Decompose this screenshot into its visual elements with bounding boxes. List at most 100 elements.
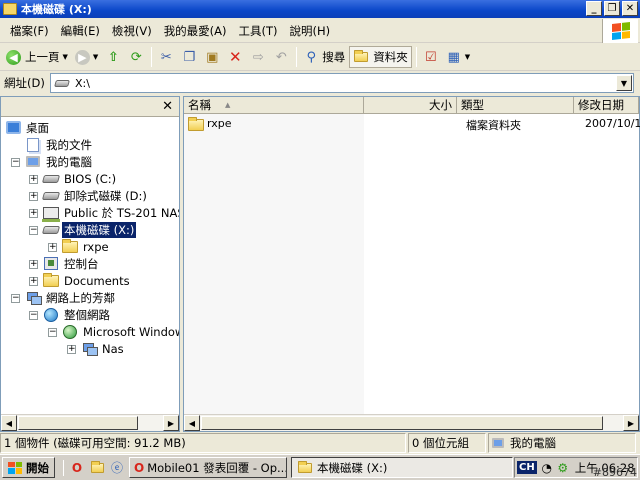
close-pane-button[interactable]: ✕: [162, 99, 173, 114]
collapse-toggle[interactable]: −: [11, 294, 20, 303]
forward-button[interactable]: ▶ ▼: [72, 46, 101, 68]
expand-toggle[interactable]: +: [29, 175, 38, 184]
scroll-right-button[interactable]: ▶: [623, 415, 639, 431]
ie-icon[interactable]: ⓔ: [109, 460, 125, 476]
close-button[interactable]: ✕: [622, 1, 638, 16]
paste-button[interactable]: ▣: [201, 46, 223, 68]
tree-item-my-documents[interactable]: 我的文件: [25, 136, 94, 153]
refresh-button[interactable]: ⟳: [125, 46, 147, 68]
sorted-column-shade: [184, 114, 364, 414]
minimize-button[interactable]: _: [586, 1, 602, 16]
chevron-down-icon[interactable]: ▼: [93, 53, 98, 61]
menu-view[interactable]: 檢視(V): [106, 21, 158, 41]
tree-item-drive-c[interactable]: BIOS (C:): [41, 170, 118, 187]
scrollbar-thumb[interactable]: [201, 416, 603, 430]
tree-horizontal-scrollbar[interactable]: ◀ ▶: [1, 414, 179, 431]
title-bar[interactable]: 本機磁碟 (X:) _ ❐ ✕: [0, 0, 640, 18]
menu-tools[interactable]: 工具(T): [233, 21, 284, 41]
folder-icon: [188, 117, 204, 131]
tree-item-desktop[interactable]: 桌面: [5, 119, 51, 136]
windows-logo: [602, 19, 638, 43]
tree-item-drive-d[interactable]: 卸除式磁碟 (D:): [41, 187, 149, 204]
menu-file[interactable]: 檔案(F): [4, 21, 55, 41]
collapse-toggle[interactable]: −: [29, 311, 38, 320]
removable-drive-icon: [41, 191, 61, 200]
collapse-toggle[interactable]: −: [48, 328, 57, 337]
tree-item-label: Documents: [64, 273, 130, 288]
column-header-type[interactable]: 類型: [457, 97, 574, 114]
tree-item-documents[interactable]: Documents: [43, 272, 132, 289]
toolbar-separator: [296, 47, 298, 67]
paste-icon: ▣: [206, 49, 219, 65]
expand-toggle[interactable]: +: [29, 209, 38, 218]
collapse-toggle[interactable]: −: [11, 158, 20, 167]
taskbar-item-explorer[interactable]: 本機磁碟 (X:): [291, 457, 513, 478]
tree-item-rxpe[interactable]: rxpe: [62, 238, 111, 255]
column-header-size[interactable]: 大小: [364, 97, 457, 114]
scroll-left-button[interactable]: ◀: [1, 415, 17, 431]
scroll-right-button[interactable]: ▶: [163, 415, 179, 431]
scroll-left-button[interactable]: ◀: [184, 415, 200, 431]
status-object-count: 1 個物件 (磁碟可用空間: 91.2 MB): [0, 433, 406, 453]
menu-help[interactable]: 說明(H): [284, 21, 337, 41]
network-drive-icon: [42, 206, 60, 222]
back-label: 上一頁: [25, 50, 60, 64]
tree-item-my-computer[interactable]: 我的電腦: [25, 153, 94, 170]
scrollbar-thumb[interactable]: [18, 416, 138, 430]
folders-button[interactable]: 資料夾: [349, 46, 412, 68]
chevron-down-icon[interactable]: ▼: [63, 53, 68, 61]
expand-toggle[interactable]: +: [67, 345, 76, 354]
tree-item-network-drive[interactable]: Public 於 TS-201 NAS: [42, 204, 179, 222]
address-label: 網址(D): [4, 76, 45, 90]
move-button[interactable]: ⇨: [247, 46, 269, 68]
taskbar-item-opera[interactable]: O Mobile01 發表回覆 - Op...: [129, 457, 287, 478]
chevron-down-icon[interactable]: ▼: [465, 53, 470, 61]
views-grid-icon: ▦: [447, 49, 460, 65]
tree-item-windows-network[interactable]: Microsoft Windows: [62, 323, 179, 340]
windows-flag-icon: [8, 461, 22, 474]
status-zone: 我的電腦: [488, 433, 636, 453]
tree-item-entire-network[interactable]: 整個網路: [43, 306, 112, 323]
expand-toggle[interactable]: +: [29, 260, 38, 269]
tree-item-label: Nas: [102, 341, 124, 356]
properties-button[interactable]: ☑: [420, 46, 442, 68]
undo-button[interactable]: ↶: [270, 46, 292, 68]
menu-favorites[interactable]: 我的最愛(A): [158, 21, 233, 41]
tree-item-control-panel[interactable]: 控制台: [43, 255, 101, 272]
start-button[interactable]: 開始: [2, 457, 55, 478]
up-button[interactable]: ⇧: [102, 46, 124, 68]
expand-toggle[interactable]: +: [29, 192, 38, 201]
quick-launch: O ⓔ: [63, 459, 125, 476]
search-button[interactable]: ⚲ 搜尋: [300, 46, 348, 68]
restore-button[interactable]: ❐: [604, 1, 620, 16]
opera-icon[interactable]: O: [69, 460, 85, 476]
tree-item-label: 網路上的芳鄰: [46, 290, 115, 305]
expand-toggle[interactable]: +: [29, 277, 38, 286]
file-modified: 2007/10/1: [585, 117, 640, 130]
delete-button[interactable]: ✕: [224, 46, 246, 68]
drive-icon: [54, 79, 70, 87]
address-dropdown-button[interactable]: ▼: [616, 75, 632, 91]
cut-button[interactable]: ✂: [155, 46, 177, 68]
copy-button[interactable]: ❐: [178, 46, 200, 68]
ime-indicator[interactable]: CH: [517, 461, 537, 474]
folder-icon[interactable]: [89, 460, 105, 476]
column-header-modified[interactable]: 修改日期: [574, 97, 639, 114]
tree-item-drive-x[interactable]: 本機磁碟 (X:): [41, 220, 138, 239]
back-button[interactable]: ◀ 上一頁 ▼: [3, 46, 71, 68]
folder-tree-pane: ✕ 桌面 我的文件 − 我的電腦 + BIOS (C:) + 卸除式磁碟 (D:…: [0, 96, 180, 432]
network-status-icon[interactable]: ⚙: [555, 460, 571, 476]
collapse-toggle[interactable]: −: [29, 226, 38, 235]
ime-mode-icon[interactable]: ◔: [539, 460, 555, 476]
tree-item-network-places[interactable]: 網路上的芳鄰: [25, 289, 117, 306]
expand-toggle[interactable]: +: [48, 243, 57, 252]
list-item[interactable]: rxpe 檔案資料夾 2007/10/1: [184, 116, 640, 133]
address-input[interactable]: X:\ ▼: [50, 73, 634, 93]
status-bytes: 0 個位元組: [408, 433, 486, 453]
list-horizontal-scrollbar[interactable]: ◀ ▶: [184, 414, 639, 431]
column-header-name[interactable]: 名稱 ▲: [184, 97, 364, 114]
window-controls: _ ❐ ✕: [586, 1, 638, 16]
menu-edit[interactable]: 編輯(E): [55, 21, 106, 41]
views-button[interactable]: ▦ ▼: [443, 46, 473, 68]
tree-item-nas[interactable]: Nas: [81, 340, 126, 357]
